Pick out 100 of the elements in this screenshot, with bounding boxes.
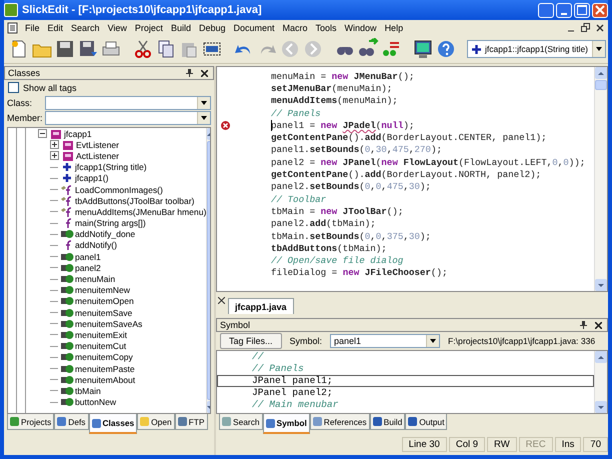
menu-item[interactable]: Project [130, 22, 167, 32]
code-line: setJMenuBar(menuMain); [271, 82, 392, 94]
plus-icon [60, 173, 74, 184]
window-title: SlickEdit - [F:\projects10\jfcapp1\jfcapp1.java] [22, 4, 263, 16]
panel-tab[interactable]: References [310, 414, 370, 430]
code-line: fileDialog = new JFileChooser(); [271, 267, 448, 278]
panel-tab[interactable]: Output [405, 414, 448, 430]
document-icon[interactable] [7, 22, 18, 34]
tree-item[interactable]: menuitemSaveAs [75, 318, 142, 329]
tree-item[interactable]: addNotify() [75, 240, 118, 250]
dropdown-icon[interactable] [592, 41, 605, 57]
tree-item[interactable]: tbAddButtons(JToolBar toolbar) [75, 196, 194, 206]
tree-item[interactable]: menuitemOpen [75, 296, 134, 306]
panel-tab[interactable]: Search [219, 414, 263, 430]
code-line[interactable]: // [217, 351, 594, 363]
tree-item[interactable]: menuAddItems(JMenuBar hmenu) [75, 206, 206, 217]
tree-item[interactable]: buttonNew [75, 397, 116, 408]
menu-item[interactable]: Search [67, 22, 104, 32]
menu-item[interactable]: View [104, 22, 131, 32]
panel-tab[interactable]: Symbol [262, 414, 310, 434]
field-label: Class: [7, 98, 34, 108]
tree-item[interactable]: panel1 [75, 252, 101, 262]
tree-item[interactable]: menuMain [75, 274, 116, 284]
code-line[interactable]: // Panels [217, 363, 594, 375]
code-editor[interactable] [216, 66, 608, 292]
field-icon [60, 308, 74, 318]
tree-item[interactable]: jfcapp1 [64, 128, 92, 139]
function-icon [60, 184, 74, 195]
dropdown-icon[interactable] [426, 335, 440, 347]
code-line: tbAddButtons(tbMain); [271, 242, 387, 254]
tree-item[interactable]: LoadCommonImages() [75, 184, 163, 195]
tree-item[interactable]: jfcapp1() [75, 173, 108, 184]
expander-icon[interactable] [38, 129, 47, 138]
pin-icon[interactable] [186, 69, 193, 77]
code-line: // Panels [271, 108, 321, 119]
context-combo[interactable]: jfcapp1::jfcapp1(String title) [467, 40, 606, 58]
close-icon[interactable] [596, 24, 604, 32]
menu-item[interactable]: Edit [44, 22, 68, 32]
restore-icon[interactable] [581, 23, 590, 32]
menu-item[interactable]: Help [380, 22, 408, 32]
close-icon[interactable] [595, 322, 602, 328]
minimize-button[interactable] [556, 2, 572, 18]
panel-tab[interactable]: Build [370, 414, 406, 430]
panel-tab[interactable]: Projects [7, 414, 54, 430]
tree-item[interactable]: ActListener [76, 150, 119, 161]
menu-item[interactable]: Tools [312, 22, 341, 32]
checkbox-label: Show all tags [23, 82, 77, 92]
dropdown-icon[interactable] [197, 112, 210, 124]
symbol-combo[interactable]: panel1 [330, 334, 440, 348]
code-line[interactable]: JPanel panel2; [217, 387, 594, 399]
maximize-button[interactable] [574, 2, 590, 18]
help-icon[interactable] [435, 38, 457, 60]
tree-item[interactable]: menuitemExit [75, 330, 128, 340]
checkbox[interactable] [8, 82, 19, 93]
menu-item[interactable]: Window [340, 22, 381, 32]
app-logo-icon [4, 3, 18, 17]
tree-item[interactable]: EvtListener [76, 140, 119, 150]
tree-item[interactable]: menuitemCut [75, 341, 126, 352]
dropdown-icon[interactable] [197, 96, 210, 108]
close-button[interactable] [592, 2, 608, 18]
tree-item[interactable]: menuitemAbout [75, 374, 136, 385]
tree-item[interactable]: menuitemNew [75, 285, 130, 296]
close-icon[interactable] [201, 70, 208, 76]
code-line[interactable]: // Main menubar [217, 399, 594, 411]
file-tab[interactable]: jfcapp1.java [228, 298, 294, 314]
tree-item[interactable]: jfcapp1(String title) [75, 162, 147, 172]
field-icon [60, 229, 74, 240]
save-icon[interactable] [54, 38, 76, 60]
close-icon[interactable] [218, 297, 225, 304]
tree-item[interactable]: menuitemPaste [75, 364, 135, 374]
field-icon [60, 386, 74, 396]
panel-tab[interactable]: Classes [88, 414, 138, 434]
field-icon [60, 285, 74, 296]
pin-icon[interactable] [580, 321, 587, 329]
tree-item[interactable]: menuitemSave [75, 308, 132, 318]
tree-item[interactable]: menuitemCopy [75, 352, 133, 362]
code-line: panel2 = new JPanel(new FlowLayout(FlowLayout.LEFT,0,0)); [271, 156, 586, 168]
expander-icon[interactable] [50, 140, 59, 150]
expander-icon[interactable] [50, 151, 59, 160]
menu-item[interactable]: File [21, 22, 44, 32]
field-icon [60, 274, 74, 284]
menu-item[interactable]: Debug [194, 22, 230, 32]
scissors-icon[interactable] [132, 38, 154, 60]
menu-item[interactable]: Document [229, 22, 279, 32]
tree-item[interactable]: main(String args[]) [75, 218, 146, 228]
panel-tab[interactable]: Open [137, 414, 175, 430]
menu-item[interactable]: Build [166, 22, 195, 32]
panel-tab[interactable]: FTP [174, 414, 208, 430]
tree-item[interactable]: addNotify_done [75, 229, 136, 240]
field-icon [60, 318, 74, 329]
status-field: 70 [583, 436, 608, 452]
tag-files-button[interactable]: Tag Files... [220, 333, 282, 349]
panel-tab[interactable]: Defs [54, 414, 88, 430]
tree-item[interactable]: panel2 [75, 262, 101, 273]
field-label: Member: [7, 112, 44, 122]
code-line: panel2.add(tbMain); [271, 218, 376, 230]
tree-item[interactable]: tbMain [75, 386, 101, 396]
function-icon [60, 196, 74, 206]
menu-item[interactable]: Macro [278, 22, 312, 32]
monitor-icon[interactable] [412, 38, 434, 60]
